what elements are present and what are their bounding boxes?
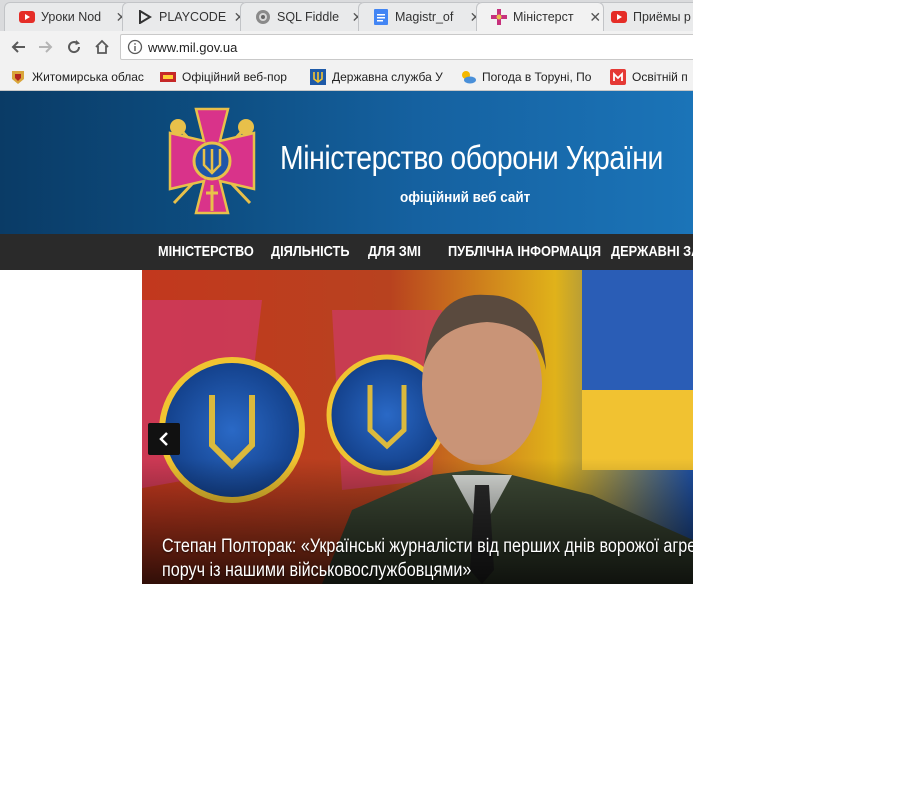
site-subtitle: офіційний веб сайт xyxy=(400,189,531,206)
nav-public-info[interactable]: ПУБЛІЧНА ІНФОРМАЦІЯ xyxy=(448,243,601,260)
tab-title: PLAYCODE xyxy=(159,10,227,24)
tab-magistr[interactable]: Magistr_of ✕ xyxy=(358,2,484,31)
sqlfiddle-icon xyxy=(255,9,271,25)
back-arrow-icon xyxy=(11,41,25,53)
home-button[interactable] xyxy=(91,36,113,58)
google-docs-icon xyxy=(373,9,389,25)
reload-icon xyxy=(68,40,81,54)
bookmark-label: Житомирська облас xyxy=(32,70,144,84)
forward-arrow-icon xyxy=(39,41,53,53)
bookmark-weather[interactable]: Погода в Торуні, По xyxy=(460,68,598,86)
site-info-icon[interactable] xyxy=(127,39,143,55)
url-input[interactable] xyxy=(148,39,648,55)
ministry-emblem-logo[interactable] xyxy=(152,103,272,219)
hero-caption-line1: Степан Полторак: «Українські журналісти … xyxy=(162,536,693,557)
tab-title: SQL Fiddle xyxy=(277,10,340,24)
back-button[interactable] xyxy=(7,36,29,58)
weather-icon xyxy=(462,71,476,84)
tab-title: Magistr_of xyxy=(395,10,454,24)
reload-button[interactable] xyxy=(63,36,85,58)
slider-prev-button[interactable] xyxy=(148,423,180,455)
playcode-icon xyxy=(137,9,153,25)
tab-ministry-active[interactable]: Міністерст ✕ xyxy=(476,2,604,31)
tab-sqlfiddle[interactable]: SQL Fiddle ✕ xyxy=(240,2,366,31)
tab-title: Приёмы р xyxy=(633,10,691,24)
tab-title: Уроки Nod xyxy=(41,10,102,24)
tab-title: Міністерст xyxy=(513,10,574,24)
nav-activity[interactable]: ДІЯЛЬНІСТЬ xyxy=(271,243,349,260)
education-icon xyxy=(610,69,626,85)
portal-icon xyxy=(160,72,176,82)
bookmark-label: Погода в Торуні, По xyxy=(482,70,592,84)
nav-procurement[interactable]: ДЕРЖАВНІ ЗАК xyxy=(611,243,693,260)
site-title[interactable]: Міністерство оборони України xyxy=(280,139,663,177)
site-header: Міністерство оборони України офіційний в… xyxy=(0,91,693,234)
forward-button[interactable] xyxy=(35,36,57,58)
bookmark-label: Державна служба У xyxy=(332,70,443,84)
tab-youtube-priemy[interactable]: Приёмы р xyxy=(596,2,693,31)
bookmark-education[interactable]: Освітній п xyxy=(610,68,693,86)
browser-window: Уроки Nod ✕ PLAYCODE ✕ SQL Fiddle ✕ Magi… xyxy=(0,0,693,584)
youtube-icon xyxy=(611,9,627,25)
ministry-emblem-icon xyxy=(491,9,507,25)
zhytomyr-icon xyxy=(12,71,24,84)
hero-caption-line2: поруч із нашими військовослужбовцями» xyxy=(162,560,472,581)
chevron-left-icon xyxy=(159,432,168,446)
nav-ministry[interactable]: МІНІСТЕРСТВО xyxy=(158,243,254,260)
tab-close-icon[interactable]: ✕ xyxy=(589,9,603,26)
trident-icon xyxy=(310,69,326,85)
tab-strip: Уроки Nod ✕ PLAYCODE ✕ SQL Fiddle ✕ Magi… xyxy=(0,0,693,31)
youtube-icon xyxy=(19,9,35,25)
site-nav: МІНІСТЕРСТВО ДІЯЛЬНІСТЬ ДЛЯ ЗМІ ПУБЛІЧНА… xyxy=(0,234,693,270)
home-icon xyxy=(95,39,109,54)
bookmark-state-service[interactable]: Державна служба У xyxy=(310,68,448,86)
bookmark-zhytomyr[interactable]: Житомирська облас xyxy=(10,68,148,86)
hero-caption[interactable]: Степан Полторак: «Українські журналісти … xyxy=(162,535,693,583)
tab-youtube-node[interactable]: Уроки Nod ✕ xyxy=(4,2,130,31)
bookmarks-bar: Житомирська облас Офіційний веб-пор Держ… xyxy=(0,63,693,91)
hero-slider[interactable]: Степан Полторак: «Українські журналісти … xyxy=(142,270,693,584)
bookmark-label: Освітній п xyxy=(632,70,688,84)
bookmark-label: Офіційний веб-пор xyxy=(182,70,287,84)
bookmark-portal[interactable]: Офіційний веб-пор xyxy=(160,68,296,86)
nav-for-media[interactable]: ДЛЯ ЗМІ xyxy=(368,243,421,260)
tab-playcode[interactable]: PLAYCODE ✕ xyxy=(122,2,248,31)
address-bar[interactable] xyxy=(120,34,693,60)
browser-toolbar xyxy=(0,31,693,63)
